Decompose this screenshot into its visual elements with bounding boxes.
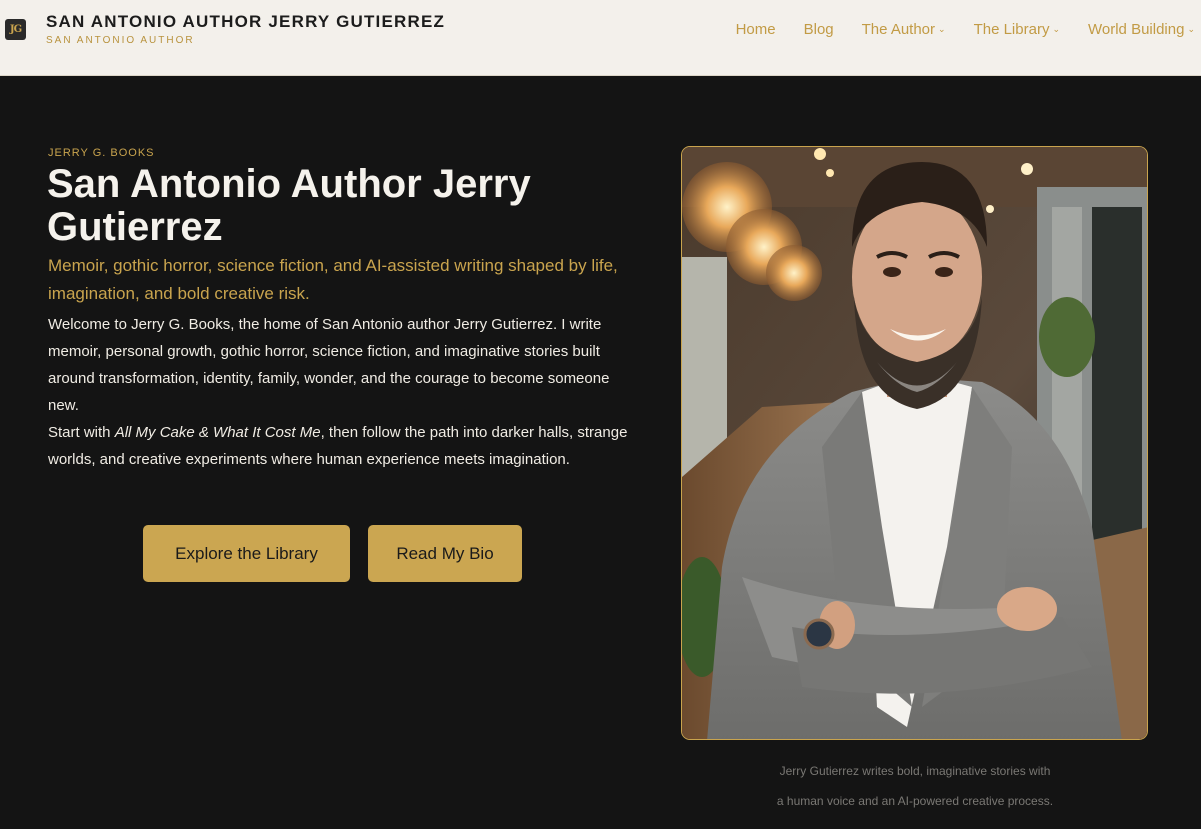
- nav-the-author[interactable]: The Author ⌄: [862, 21, 946, 38]
- photo-caption: Jerry Gutierrez writes bold, imaginative…: [740, 756, 1090, 816]
- hero-body: Welcome to Jerry G. Books, the home of S…: [48, 311, 628, 473]
- nav-home[interactable]: Home: [736, 21, 776, 38]
- site-title[interactable]: SAN ANTONIO AUTHOR JERRY GUTIERREZ: [46, 12, 445, 32]
- nav-blog[interactable]: Blog: [804, 21, 834, 38]
- nav-home-label: Home: [735, 21, 776, 38]
- nav-blog-label: Blog: [803, 21, 834, 38]
- logo-text: JG: [9, 24, 22, 35]
- hero-paragraph-2: Start with All My Cake & What It Cost Me…: [48, 419, 628, 473]
- book-title: All My Cake & What It Cost Me: [114, 424, 321, 441]
- chevron-down-icon: ⌄: [1052, 24, 1060, 34]
- nav-world-building[interactable]: World Building ⌄: [1088, 21, 1195, 38]
- paragraph-2-prefix: Start with: [48, 424, 115, 441]
- nav-the-author-label: The Author: [861, 21, 936, 38]
- hero-subtitle: Memoir, gothic horror, science fiction, …: [48, 256, 618, 303]
- read-bio-label: Read My Bio: [396, 543, 494, 563]
- main-nav: Home Blog The Author ⌄ The Library ⌄ World…: [736, 21, 1195, 38]
- hero-paragraph-1: Welcome to Jerry G. Books, the home of S…: [48, 316, 610, 414]
- author-portrait: [681, 146, 1148, 740]
- author-portrait-image: [682, 147, 1147, 739]
- site-tagline: SAN ANTONIO AUTHOR: [46, 35, 195, 46]
- chevron-down-icon: ⌄: [1187, 24, 1195, 34]
- explore-library-label: Explore the Library: [175, 543, 318, 563]
- hero-eyebrow: JERRY G. BOOKS: [48, 147, 155, 159]
- explore-library-button[interactable]: Explore the Library: [143, 525, 350, 582]
- caption-line-1: Jerry Gutierrez writes bold, imaginative…: [779, 764, 1051, 778]
- hero-title: San Antonio Author Jerry Gutierrez: [47, 162, 531, 249]
- site-header: JG SAN ANTONIO AUTHOR JERRY GUTIERREZ SA…: [0, 0, 1201, 76]
- site-logo[interactable]: JG: [5, 19, 26, 40]
- nav-the-library[interactable]: The Library ⌄: [974, 21, 1060, 38]
- nav-the-library-label: The Library: [973, 21, 1050, 38]
- chevron-down-icon: ⌄: [938, 24, 946, 34]
- caption-line-2: a human voice and an AI-powered creative…: [776, 794, 1054, 808]
- read-bio-button[interactable]: Read My Bio: [368, 525, 522, 582]
- nav-world-building-label: World Building: [1088, 21, 1185, 38]
